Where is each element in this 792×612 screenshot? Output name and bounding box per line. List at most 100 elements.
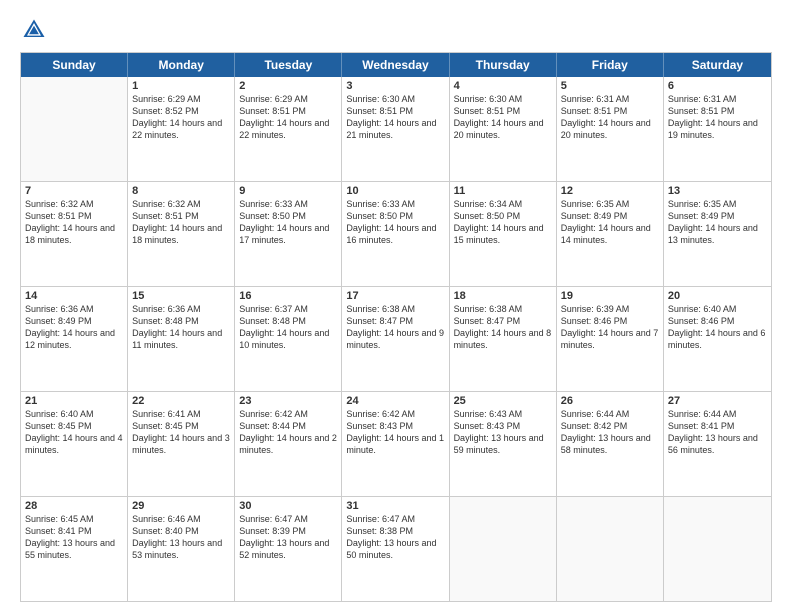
day-info: Sunrise: 6:31 AMSunset: 8:51 PMDaylight:… [668,93,767,142]
day-info: Sunrise: 6:35 AMSunset: 8:49 PMDaylight:… [668,198,767,247]
empty-cell [450,497,557,601]
day-cell-20: 20Sunrise: 6:40 AMSunset: 8:46 PMDayligh… [664,287,771,391]
day-number: 4 [454,80,552,92]
day-cell-26: 26Sunrise: 6:44 AMSunset: 8:42 PMDayligh… [557,392,664,496]
day-number: 8 [132,185,230,197]
day-info: Sunrise: 6:34 AMSunset: 8:50 PMDaylight:… [454,198,552,247]
day-number: 3 [346,80,444,92]
day-cell-14: 14Sunrise: 6:36 AMSunset: 8:49 PMDayligh… [21,287,128,391]
page: SundayMondayTuesdayWednesdayThursdayFrid… [0,0,792,612]
day-cell-29: 29Sunrise: 6:46 AMSunset: 8:40 PMDayligh… [128,497,235,601]
day-cell-31: 31Sunrise: 6:47 AMSunset: 8:38 PMDayligh… [342,497,449,601]
calendar-row-4: 28Sunrise: 6:45 AMSunset: 8:41 PMDayligh… [21,497,771,601]
day-cell-4: 4Sunrise: 6:30 AMSunset: 8:51 PMDaylight… [450,77,557,181]
day-number: 21 [25,395,123,407]
calendar-body: 1Sunrise: 6:29 AMSunset: 8:52 PMDaylight… [21,77,771,601]
day-number: 29 [132,500,230,512]
day-number: 15 [132,290,230,302]
day-info: Sunrise: 6:42 AMSunset: 8:43 PMDaylight:… [346,408,444,457]
day-cell-30: 30Sunrise: 6:47 AMSunset: 8:39 PMDayligh… [235,497,342,601]
day-number: 23 [239,395,337,407]
calendar-header: SundayMondayTuesdayWednesdayThursdayFrid… [21,53,771,77]
day-number: 24 [346,395,444,407]
day-number: 9 [239,185,337,197]
day-cell-15: 15Sunrise: 6:36 AMSunset: 8:48 PMDayligh… [128,287,235,391]
day-info: Sunrise: 6:32 AMSunset: 8:51 PMDaylight:… [132,198,230,247]
empty-cell [664,497,771,601]
day-number: 31 [346,500,444,512]
empty-cell [557,497,664,601]
day-info: Sunrise: 6:30 AMSunset: 8:51 PMDaylight:… [454,93,552,142]
day-cell-27: 27Sunrise: 6:44 AMSunset: 8:41 PMDayligh… [664,392,771,496]
header-day-tuesday: Tuesday [235,53,342,77]
day-number: 12 [561,185,659,197]
header-day-wednesday: Wednesday [342,53,449,77]
day-cell-13: 13Sunrise: 6:35 AMSunset: 8:49 PMDayligh… [664,182,771,286]
day-info: Sunrise: 6:30 AMSunset: 8:51 PMDaylight:… [346,93,444,142]
day-cell-25: 25Sunrise: 6:43 AMSunset: 8:43 PMDayligh… [450,392,557,496]
day-cell-16: 16Sunrise: 6:37 AMSunset: 8:48 PMDayligh… [235,287,342,391]
day-number: 18 [454,290,552,302]
day-cell-12: 12Sunrise: 6:35 AMSunset: 8:49 PMDayligh… [557,182,664,286]
day-cell-6: 6Sunrise: 6:31 AMSunset: 8:51 PMDaylight… [664,77,771,181]
header [20,16,772,44]
day-cell-11: 11Sunrise: 6:34 AMSunset: 8:50 PMDayligh… [450,182,557,286]
day-cell-22: 22Sunrise: 6:41 AMSunset: 8:45 PMDayligh… [128,392,235,496]
day-info: Sunrise: 6:32 AMSunset: 8:51 PMDaylight:… [25,198,123,247]
day-cell-9: 9Sunrise: 6:33 AMSunset: 8:50 PMDaylight… [235,182,342,286]
day-number: 26 [561,395,659,407]
day-number: 22 [132,395,230,407]
day-number: 16 [239,290,337,302]
calendar-row-2: 14Sunrise: 6:36 AMSunset: 8:49 PMDayligh… [21,287,771,392]
day-info: Sunrise: 6:41 AMSunset: 8:45 PMDaylight:… [132,408,230,457]
logo [20,16,52,44]
day-number: 19 [561,290,659,302]
day-info: Sunrise: 6:39 AMSunset: 8:46 PMDaylight:… [561,303,659,352]
day-info: Sunrise: 6:36 AMSunset: 8:49 PMDaylight:… [25,303,123,352]
day-info: Sunrise: 6:44 AMSunset: 8:42 PMDaylight:… [561,408,659,457]
day-cell-2: 2Sunrise: 6:29 AMSunset: 8:51 PMDaylight… [235,77,342,181]
day-cell-10: 10Sunrise: 6:33 AMSunset: 8:50 PMDayligh… [342,182,449,286]
day-info: Sunrise: 6:47 AMSunset: 8:38 PMDaylight:… [346,513,444,562]
day-cell-23: 23Sunrise: 6:42 AMSunset: 8:44 PMDayligh… [235,392,342,496]
day-number: 27 [668,395,767,407]
calendar-row-1: 7Sunrise: 6:32 AMSunset: 8:51 PMDaylight… [21,182,771,287]
day-number: 30 [239,500,337,512]
day-number: 7 [25,185,123,197]
calendar-row-0: 1Sunrise: 6:29 AMSunset: 8:52 PMDaylight… [21,77,771,182]
day-info: Sunrise: 6:46 AMSunset: 8:40 PMDaylight:… [132,513,230,562]
day-cell-18: 18Sunrise: 6:38 AMSunset: 8:47 PMDayligh… [450,287,557,391]
day-info: Sunrise: 6:44 AMSunset: 8:41 PMDaylight:… [668,408,767,457]
day-info: Sunrise: 6:29 AMSunset: 8:52 PMDaylight:… [132,93,230,142]
day-info: Sunrise: 6:42 AMSunset: 8:44 PMDaylight:… [239,408,337,457]
day-cell-24: 24Sunrise: 6:42 AMSunset: 8:43 PMDayligh… [342,392,449,496]
day-cell-21: 21Sunrise: 6:40 AMSunset: 8:45 PMDayligh… [21,392,128,496]
day-info: Sunrise: 6:43 AMSunset: 8:43 PMDaylight:… [454,408,552,457]
day-info: Sunrise: 6:31 AMSunset: 8:51 PMDaylight:… [561,93,659,142]
day-number: 20 [668,290,767,302]
day-cell-28: 28Sunrise: 6:45 AMSunset: 8:41 PMDayligh… [21,497,128,601]
day-info: Sunrise: 6:36 AMSunset: 8:48 PMDaylight:… [132,303,230,352]
day-cell-8: 8Sunrise: 6:32 AMSunset: 8:51 PMDaylight… [128,182,235,286]
day-info: Sunrise: 6:40 AMSunset: 8:46 PMDaylight:… [668,303,767,352]
day-number: 11 [454,185,552,197]
calendar: SundayMondayTuesdayWednesdayThursdayFrid… [20,52,772,602]
day-number: 13 [668,185,767,197]
calendar-row-3: 21Sunrise: 6:40 AMSunset: 8:45 PMDayligh… [21,392,771,497]
day-number: 28 [25,500,123,512]
day-info: Sunrise: 6:33 AMSunset: 8:50 PMDaylight:… [239,198,337,247]
day-cell-7: 7Sunrise: 6:32 AMSunset: 8:51 PMDaylight… [21,182,128,286]
day-cell-1: 1Sunrise: 6:29 AMSunset: 8:52 PMDaylight… [128,77,235,181]
day-number: 1 [132,80,230,92]
day-number: 10 [346,185,444,197]
day-cell-19: 19Sunrise: 6:39 AMSunset: 8:46 PMDayligh… [557,287,664,391]
day-info: Sunrise: 6:45 AMSunset: 8:41 PMDaylight:… [25,513,123,562]
day-number: 2 [239,80,337,92]
day-info: Sunrise: 6:29 AMSunset: 8:51 PMDaylight:… [239,93,337,142]
day-number: 17 [346,290,444,302]
day-number: 25 [454,395,552,407]
day-info: Sunrise: 6:47 AMSunset: 8:39 PMDaylight:… [239,513,337,562]
day-number: 6 [668,80,767,92]
day-info: Sunrise: 6:38 AMSunset: 8:47 PMDaylight:… [454,303,552,352]
header-day-thursday: Thursday [450,53,557,77]
